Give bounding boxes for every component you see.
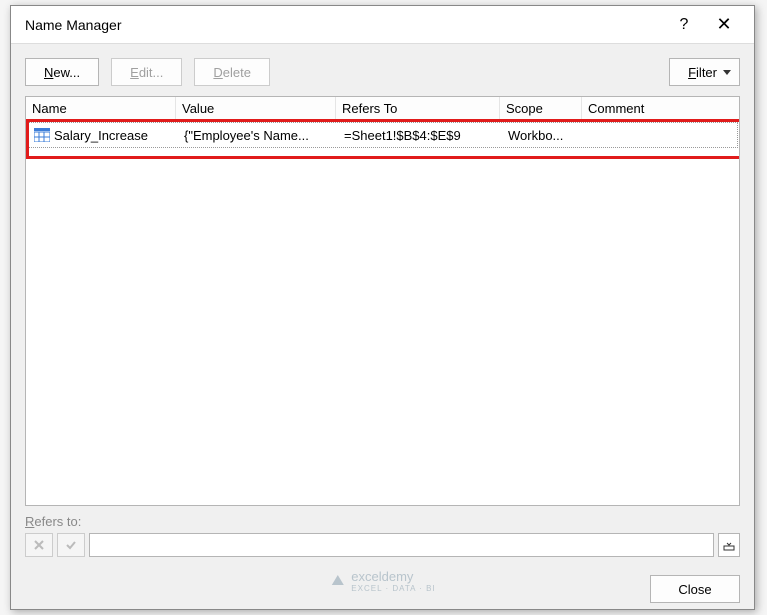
close-button[interactable]: Close (650, 575, 740, 603)
row-name: Salary_Increase (54, 128, 148, 143)
collapse-dialog-button[interactable] (718, 533, 740, 557)
new-button[interactable]: New... (25, 58, 99, 86)
delete-button: Delete (194, 58, 270, 86)
close-icon[interactable]: ✕ (704, 6, 744, 44)
table-icon (34, 128, 50, 142)
names-list: Name Value Refers To Scope Comment Salar… (25, 96, 740, 506)
titlebar: Name Manager ? ✕ (11, 6, 754, 44)
filter-button[interactable]: Filter (669, 58, 740, 86)
row-value: {"Employee's Name... (178, 128, 338, 143)
refers-to-label: Refers to: (25, 514, 81, 529)
collapse-icon (723, 539, 735, 551)
edit-button: Edit... (111, 58, 182, 86)
header-scope[interactable]: Scope (500, 97, 582, 120)
row-refers: =Sheet1!$B$4:$E$9 (338, 128, 502, 143)
list-body: Salary_Increase {"Employee's Name... =Sh… (26, 122, 739, 148)
header-name[interactable]: Name (26, 97, 176, 120)
header-comment[interactable]: Comment (582, 97, 739, 120)
cancel-edit-button (25, 533, 53, 557)
refers-to-input[interactable] (89, 533, 714, 557)
confirm-edit-button (57, 533, 85, 557)
list-header: Name Value Refers To Scope Comment (26, 97, 739, 121)
table-row[interactable]: Salary_Increase {"Employee's Name... =Sh… (27, 122, 738, 148)
header-value[interactable]: Value (176, 97, 336, 120)
refers-to-section: Refers to: (25, 514, 740, 557)
x-icon (33, 539, 45, 551)
chevron-down-icon (723, 70, 731, 75)
header-refers[interactable]: Refers To (336, 97, 500, 120)
row-scope: Workbo... (502, 128, 584, 143)
check-icon (65, 539, 77, 551)
bottom-bar: Close (11, 557, 754, 603)
help-button[interactable]: ? (664, 6, 704, 44)
dialog-title: Name Manager (25, 17, 664, 33)
name-manager-dialog: Name Manager ? ✕ New... Edit... Delete F… (10, 5, 755, 610)
toolbar: New... Edit... Delete Filter (11, 44, 754, 96)
